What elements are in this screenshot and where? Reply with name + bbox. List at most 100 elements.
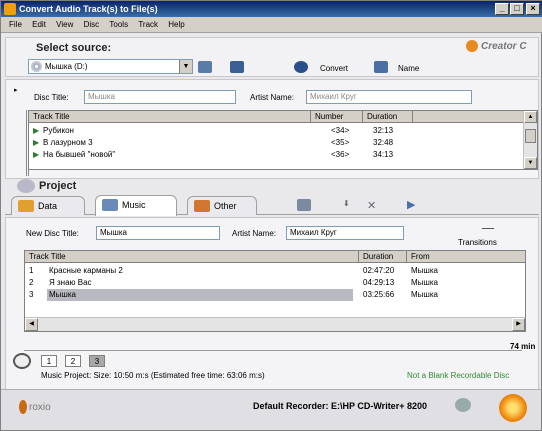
close-button[interactable]: × (526, 3, 540, 15)
project-heading: Project (39, 180, 77, 192)
convert-icon[interactable] (294, 61, 308, 73)
tab-music[interactable]: Music (95, 195, 177, 216)
project-artist-label: Artist Name: (232, 229, 277, 238)
menu-bar: File Edit View Disc Tools Track Help (1, 17, 542, 33)
track-title: Рубикон (43, 126, 74, 135)
other-icon (194, 200, 210, 212)
table-row[interactable]: 1 Красные карманы 2 02:47:20 Мышка (25, 265, 525, 277)
artist-name-input[interactable]: Михаил Круг (306, 90, 472, 104)
col-duration[interactable]: Duration (359, 251, 407, 263)
track-duration: 03:25:66 (363, 290, 395, 299)
scroll-down-icon[interactable]: ▼ (524, 157, 537, 169)
disc-title-label: Disc Title: (34, 93, 69, 102)
convert-button[interactable]: Convert (320, 64, 348, 73)
drive-select[interactable]: Мышка (D:) ▼ (28, 59, 193, 74)
creator-logo-icon (466, 40, 478, 52)
delete-icon[interactable]: ✕ (367, 199, 376, 212)
burn-button[interactable] (499, 394, 527, 422)
chevron-down-icon[interactable]: ▼ (179, 60, 192, 73)
track-duration: 04:29:13 (363, 278, 395, 287)
transitions-icon[interactable] (482, 228, 494, 229)
folder-icon[interactable] (198, 61, 212, 73)
maximize-button[interactable]: □ (510, 3, 524, 15)
play-icon[interactable]: ▶ (407, 198, 415, 211)
minimize-button[interactable]: _ (495, 3, 509, 15)
col-number[interactable]: Number (311, 111, 363, 123)
track-source: Мышка (411, 266, 438, 275)
menu-file[interactable]: File (5, 17, 26, 33)
col-from[interactable]: From (407, 251, 525, 263)
tab-other-label: Other (214, 201, 237, 211)
menu-view[interactable]: View (52, 17, 77, 33)
project-tabs: Data Music Other ⬇ ✕ ▶ (5, 195, 539, 216)
new-disc-title-label: New Disc Title: (26, 229, 79, 238)
track-source: Мышка (411, 290, 438, 299)
name-icon[interactable] (374, 61, 388, 73)
track-title: Мышка (47, 289, 353, 301)
cd-icon (31, 61, 42, 72)
scroll-left-icon[interactable]: ◀ (25, 318, 38, 331)
project-icon (17, 179, 35, 193)
source-panel: Select source: Мышка (D:) ▼ Convert Name… (5, 37, 539, 77)
menu-help[interactable]: Help (164, 17, 188, 33)
table-row[interactable]: 2 Я знаю Вас 04:29:13 Мышка (25, 277, 525, 289)
name-button[interactable]: Name (398, 64, 419, 73)
recorder-icon[interactable] (455, 398, 471, 412)
disc-title-input[interactable]: Мышка (84, 90, 236, 104)
disc-tab-3[interactable]: 3 (89, 355, 105, 367)
table-row-selected[interactable]: 3 Мышка 03:25:66 Мышка (25, 289, 525, 301)
col-track-title[interactable]: Track Title (29, 111, 311, 123)
track-duration: 32:13 (373, 126, 394, 135)
refresh-icon[interactable] (230, 61, 244, 73)
project-horizontal-scrollbar[interactable]: ◀ ▶ (25, 317, 525, 331)
source-vertical-scrollbar[interactable]: ▲ ▼ (523, 111, 537, 169)
scroll-thumb[interactable] (525, 129, 536, 143)
drive-value: Мышка (D:) (45, 62, 88, 71)
transitions-button[interactable]: Transitions (458, 238, 497, 247)
title-bar: Convert Audio Track(s) to File(s) _ □ × (1, 1, 542, 17)
track-title: На бывшей "новой" (43, 150, 116, 159)
tab-music-label: Music (122, 200, 146, 210)
music-icon (102, 199, 118, 211)
new-disc-title-input[interactable]: Мышка (96, 226, 220, 240)
tab-data-label: Data (38, 201, 58, 211)
play-icon: ▶ (33, 150, 40, 159)
menu-edit[interactable]: Edit (28, 17, 50, 33)
menu-tools[interactable]: Tools (105, 17, 132, 33)
scroll-right-icon[interactable]: ▶ (512, 318, 525, 331)
scroll-up-icon[interactable]: ▲ (524, 111, 537, 123)
project-artist-input[interactable]: Михаил Круг (286, 226, 404, 240)
expand-arrow-icon[interactable]: ▸ (14, 86, 18, 94)
track-index: 3 (29, 290, 34, 299)
disc-refresh-icon[interactable] (13, 353, 31, 369)
source-tracks-panel: ▸ Disc Title: Мышка Artist Name: Михаил … (5, 79, 539, 179)
default-recorder-text[interactable]: Default Recorder: E:\HP CD-Writer+ 8200 (253, 401, 427, 411)
project-size-text: Music Project: Size: 10:50 m:s (Estimate… (41, 371, 265, 380)
add-icon[interactable] (297, 199, 311, 211)
track-duration: 02:47:20 (363, 266, 395, 275)
tab-other[interactable]: Other (187, 196, 257, 215)
menu-disc[interactable]: Disc (80, 17, 104, 33)
down-arrow-icon[interactable]: ⬇ (343, 199, 350, 208)
menu-track[interactable]: Track (134, 17, 162, 33)
table-row[interactable]: ▶ В лазурном 3 <35> 32:48 (29, 137, 537, 149)
tab-data[interactable]: Data (11, 196, 85, 215)
app-icon (4, 3, 16, 15)
track-title: Я знаю Вас (49, 278, 92, 287)
play-icon: ▶ (33, 138, 40, 147)
window-title: Convert Audio Track(s) to File(s) (19, 4, 158, 14)
disc-tab-1[interactable]: 1 (41, 355, 57, 367)
track-index: 1 (29, 266, 34, 275)
roxio-logo: roxio (29, 402, 51, 413)
track-number: <36> (331, 150, 350, 159)
col-duration[interactable]: Duration (363, 111, 413, 123)
project-track-table: Track Title Duration From 1 Красные карм… (24, 250, 526, 332)
track-title: Красные карманы 2 (49, 266, 123, 275)
table-row[interactable]: ▶ На бывшей "новой" <36> 34:13 (29, 149, 537, 161)
app-window: Convert Audio Track(s) to File(s) _ □ × … (0, 0, 542, 431)
table-row[interactable]: ▶ Рубикон <34> 32:13 (29, 125, 537, 137)
track-duration: 34:13 (373, 150, 394, 159)
disc-tab-2[interactable]: 2 (65, 355, 81, 367)
col-track-title[interactable]: Track Title (25, 251, 359, 263)
source-track-table: Track Title Number Duration ▶ Рубикон <3… (28, 110, 538, 170)
